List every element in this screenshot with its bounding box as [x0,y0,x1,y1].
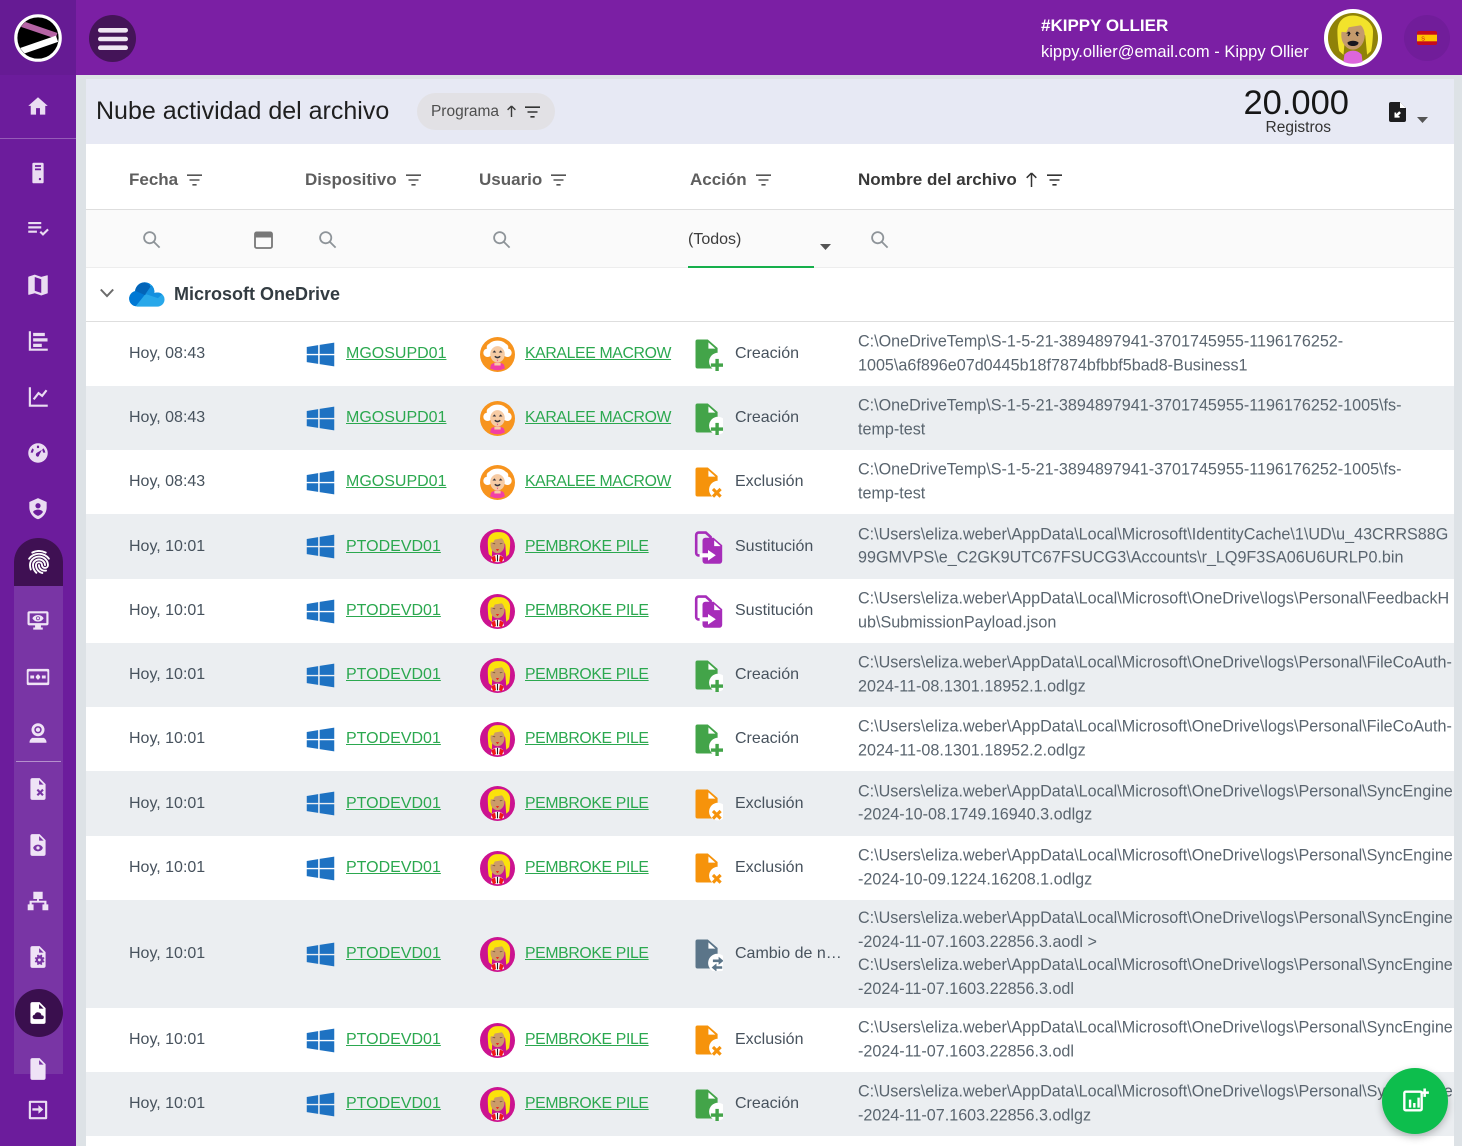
svg-text:S: S [1421,37,1425,43]
